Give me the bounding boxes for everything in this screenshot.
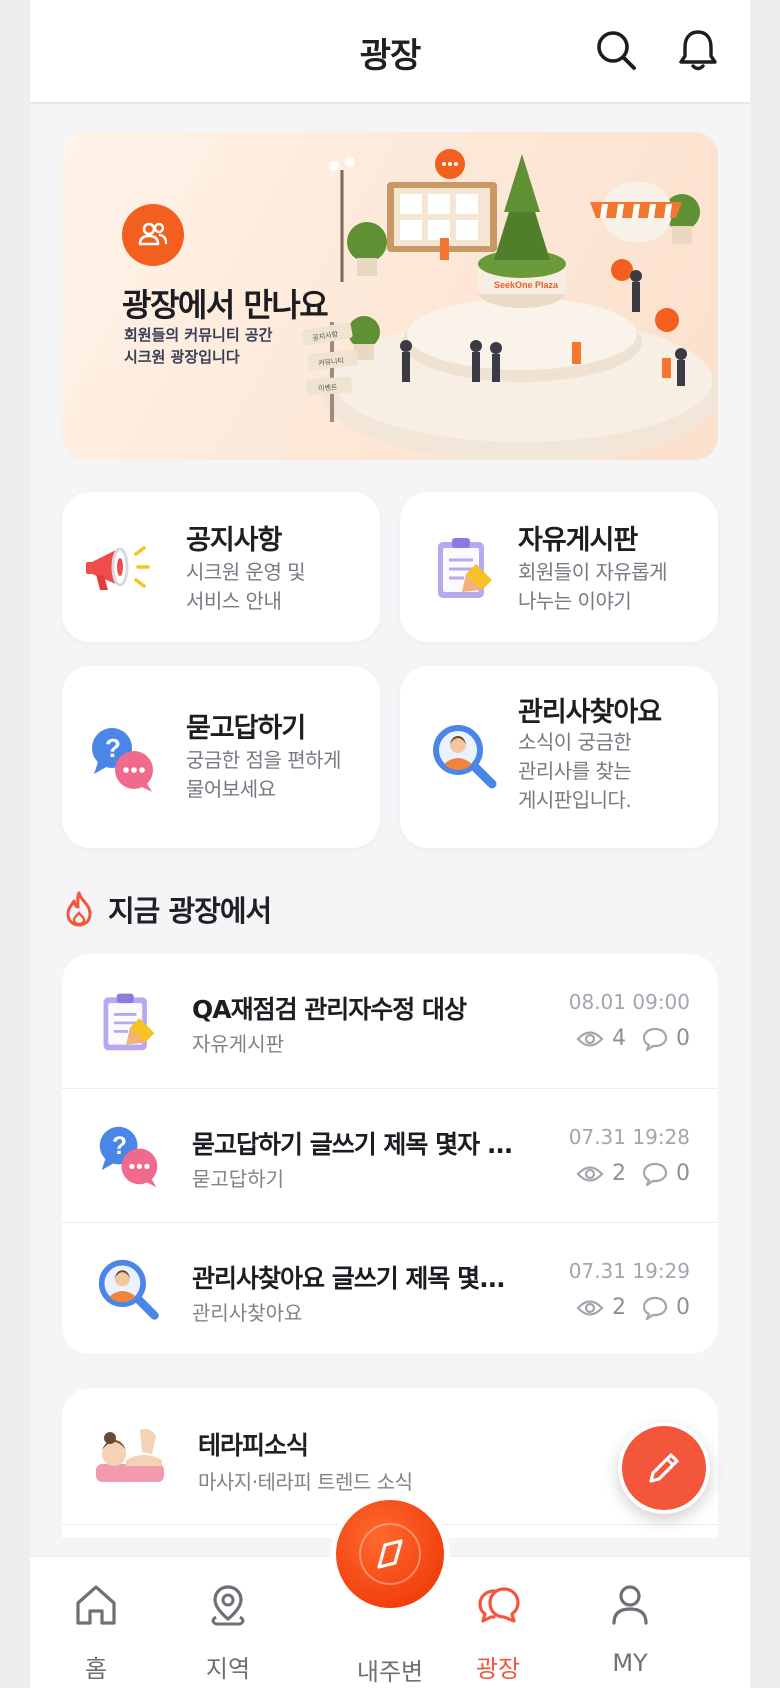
post-board: 관리사찾아요	[192, 1301, 303, 1325]
card-free-board[interactable]: 자유게시판 회원들이 자유롭게 나누는 이야기	[400, 492, 718, 642]
card-free-board-desc-line1: 회원들이 자유롭게	[518, 560, 668, 584]
post-date: 07.31 19:28	[568, 1125, 690, 1149]
search-icon[interactable]	[592, 26, 640, 74]
card-notice-desc: 시크원 운영 및 서비스 안내	[186, 558, 306, 616]
card-notice-desc-line1: 시크원 운영 및	[186, 560, 306, 584]
comment-icon	[642, 1162, 668, 1186]
nav-item-plaza[interactable]: 광장	[438, 1557, 558, 1688]
massage-icon	[96, 1428, 164, 1482]
person-icon	[612, 1585, 648, 1625]
card-notice-title: 공지사항	[186, 525, 282, 556]
nav-item-nearby[interactable]	[330, 1494, 450, 1614]
therapy-news-desc: 마사지·테라피 트렌드 소식	[198, 1470, 413, 1494]
post-board: 묻고답하기	[192, 1167, 284, 1191]
hot-section-header: 지금 광장에서	[64, 888, 272, 930]
hot-section-title: 지금 광장에서	[108, 894, 272, 928]
therapy-news-title: 테라피소식	[198, 1431, 309, 1460]
qa-bubble-icon: ?	[99, 1126, 158, 1188]
banner-subtitle-line1: 회원들의 커뮤니티 공간	[124, 326, 273, 344]
card-qa-desc-line2: 물어보세요	[186, 777, 276, 801]
nav-item-my[interactable]: MY	[570, 1557, 690, 1688]
post-title: 묻고답하기 글쓰기 제목 몇자 ...	[192, 1130, 513, 1159]
banner-title: 광장에서 만나요	[122, 286, 329, 324]
clipboard-icon	[438, 538, 492, 598]
list-item[interactable]: ? 묻고답하기 글쓰기 제목 몇자 ... 묻고답하기 07.31 19:28 …	[62, 1088, 718, 1222]
search-person-icon	[433, 725, 497, 789]
post-title: 관리사찾아요 글쓰기 제목 몇...	[192, 1264, 506, 1293]
banner-subtitle-line2: 시크원 광장입니다	[124, 348, 240, 366]
card-qa[interactable]: ? 묻고답하기 궁금한 점을 편하게 물어보세요	[62, 666, 380, 848]
app-screen: 광장 SeekOne Plaza 공지사항 커뮤니티 이벤트 광장에서 만나요 …	[30, 0, 750, 1688]
post-board: 자유게시판	[192, 1032, 284, 1056]
post-views: 2	[612, 1161, 626, 1186]
nav-label-home: 홈	[84, 1655, 108, 1683]
card-free-board-desc-line2: 나누는 이야기	[518, 589, 632, 613]
card-qa-desc: 궁금한 점을 편하게 물어보세요	[186, 746, 341, 804]
post-date: 07.31 19:29	[568, 1259, 690, 1283]
top-header: 광장	[30, 0, 750, 104]
post-comments: 0	[676, 1295, 690, 1320]
nav-item-home[interactable]: 홈	[36, 1557, 156, 1688]
users-icon	[122, 204, 184, 266]
banner-subtitle: 회원들의 커뮤니티 공간 시크원 광장입니다	[124, 324, 272, 368]
nav-item-region[interactable]: 지역	[168, 1557, 288, 1688]
list-item[interactable]: QA재점검 관리자수정 대상 자유게시판 08.01 09:00 4 0	[62, 954, 718, 1088]
clipboard-icon	[103, 993, 155, 1051]
card-qa-desc-line1: 궁금한 점을 편하게	[186, 748, 341, 772]
eye-icon	[576, 1299, 604, 1316]
card-find-therapist-desc-line3: 게시판입니다.	[518, 788, 632, 812]
fountain-label: SeekOne Plaza	[494, 280, 559, 290]
location-pin-icon	[211, 1585, 245, 1626]
eye-icon	[576, 1030, 604, 1047]
comment-icon	[642, 1296, 668, 1320]
card-find-therapist-desc-line1: 소식이 궁금한	[518, 730, 632, 754]
bell-icon[interactable]	[674, 26, 722, 74]
card-notice[interactable]: 공지사항 시크원 운영 및 서비스 안내	[62, 492, 380, 642]
plaza-banner[interactable]: SeekOne Plaza 공지사항 커뮤니티 이벤트 광장에서 만나요 회원들…	[62, 132, 718, 460]
nav-label-region: 지역	[205, 1655, 251, 1683]
megaphone-icon	[86, 546, 150, 590]
card-find-therapist[interactable]: 관리사찾아요 소식이 궁금한 관리사를 찾는 게시판입니다.	[400, 666, 718, 848]
card-find-therapist-title: 관리사찾아요	[518, 697, 662, 728]
nav-label-plaza: 광장	[475, 1655, 521, 1683]
hot-post-list: QA재점검 관리자수정 대상 자유게시판 08.01 09:00 4 0 ? 묻…	[62, 954, 718, 1354]
post-comments: 0	[676, 1026, 690, 1051]
comment-icon	[642, 1027, 668, 1051]
pencil-icon	[649, 1453, 679, 1483]
card-free-board-title: 자유게시판	[518, 525, 638, 556]
qa-bubble-icon: ?	[92, 728, 153, 792]
post-views: 2	[612, 1295, 626, 1320]
post-comments: 0	[676, 1161, 690, 1186]
card-qa-title: 묻고답하기	[186, 713, 306, 744]
card-free-board-desc: 회원들이 자유롭게 나누는 이야기	[518, 558, 668, 616]
post-stats: 4 0	[576, 1026, 690, 1051]
nav-label-nearby: 내주변	[356, 1658, 424, 1686]
page-title: 광장	[359, 36, 422, 76]
compass-icon	[359, 1523, 421, 1585]
write-post-button[interactable]	[618, 1422, 710, 1514]
svg-text:?: ?	[105, 733, 121, 763]
eye-icon	[576, 1165, 604, 1182]
search-person-icon	[98, 1259, 159, 1320]
card-notice-desc-line2: 서비스 안내	[186, 589, 282, 613]
nearby-button[interactable]	[336, 1500, 444, 1608]
home-icon	[76, 1585, 116, 1625]
post-views: 4	[612, 1026, 626, 1051]
card-find-therapist-desc: 소식이 궁금한 관리사를 찾는 게시판입니다.	[518, 728, 632, 815]
post-stats: 2 0	[576, 1295, 690, 1320]
chat-bubbles-icon	[478, 1587, 520, 1623]
card-find-therapist-desc-line2: 관리사를 찾는	[518, 759, 632, 783]
post-date: 08.01 09:00	[568, 990, 690, 1014]
nav-label-my: MY	[612, 1649, 648, 1677]
list-item[interactable]: 관리사찾아요 글쓰기 제목 몇... 관리사찾아요 07.31 19:29 2 …	[62, 1222, 718, 1356]
post-title: QA재점검 관리자수정 대상	[192, 995, 467, 1024]
post-stats: 2 0	[576, 1161, 690, 1186]
plaza-illustration: SeekOne Plaza 공지사항 커뮤니티 이벤트	[301, 149, 718, 460]
fire-icon	[66, 891, 92, 927]
